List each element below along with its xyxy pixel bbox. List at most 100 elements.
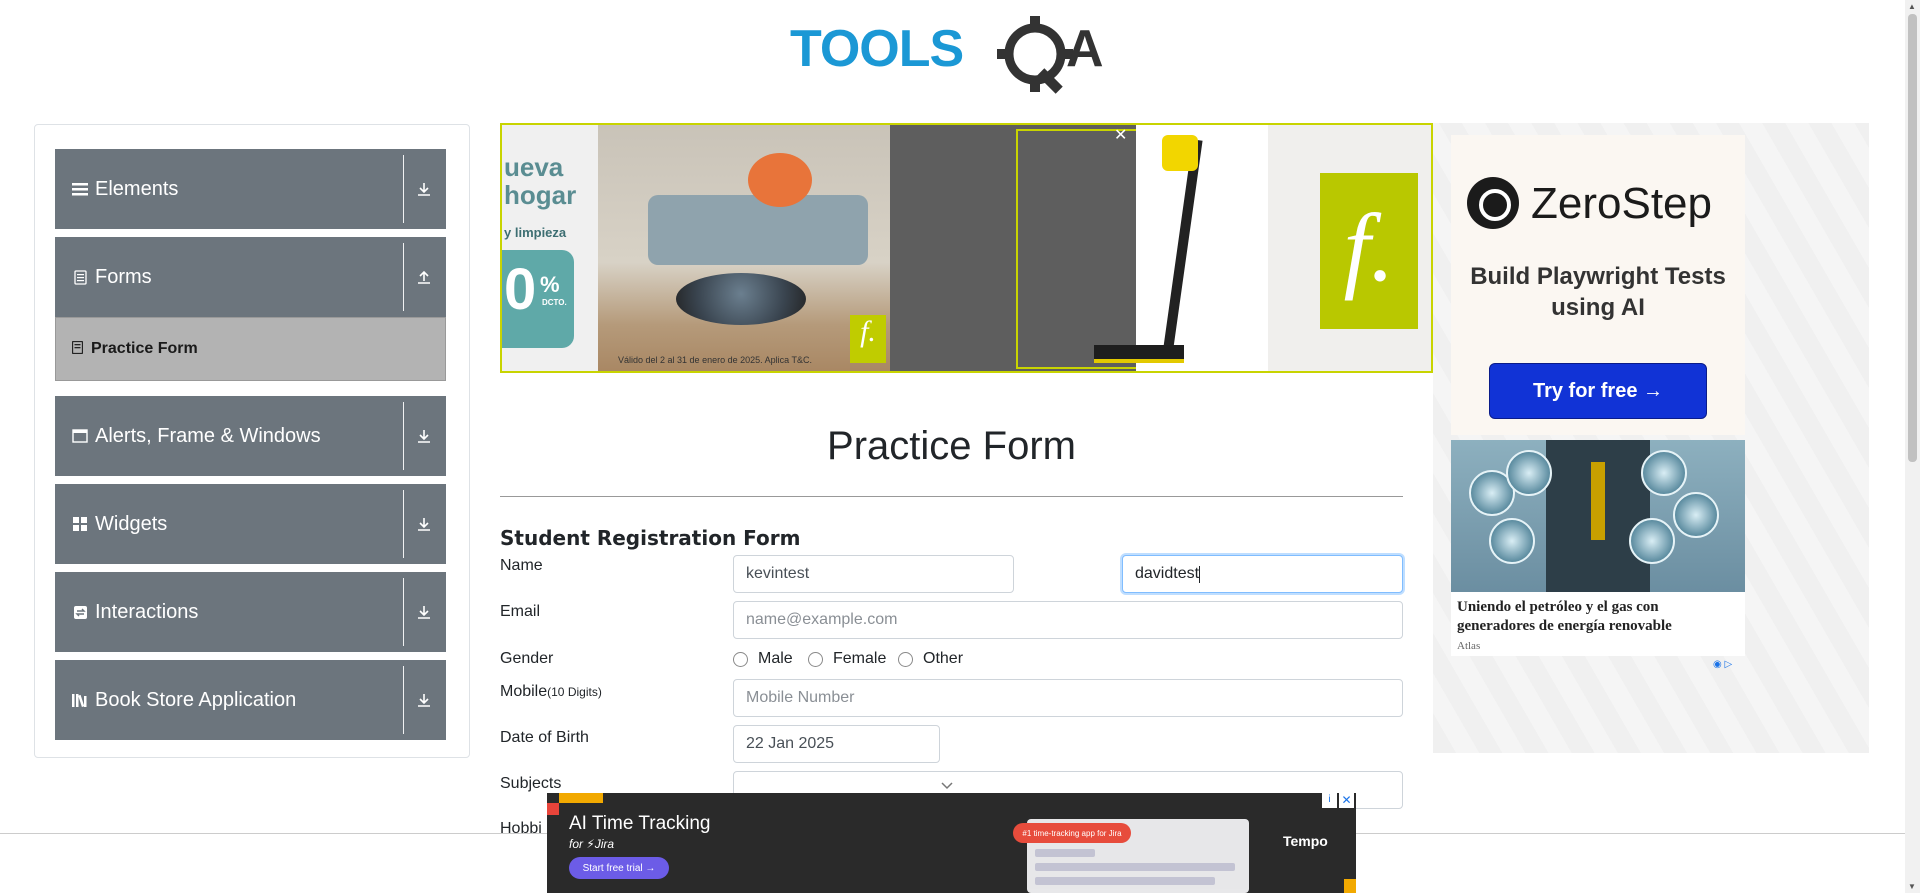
- window-icon: [71, 429, 89, 443]
- zerostep-ad-card[interactable]: ZeroStep Build Playwright Tests using AI…: [1451, 135, 1745, 435]
- ad-panel-dark: ✕: [890, 125, 1266, 371]
- form-heading: Student Registration Form: [500, 526, 801, 550]
- zerostep-tagline: Build Playwright Tests using AI: [1470, 263, 1726, 321]
- gender-radio-other[interactable]: Other: [898, 650, 963, 668]
- gender-radio-female[interactable]: Female: [808, 650, 886, 668]
- books-icon: [71, 692, 89, 708]
- ad-info-icon[interactable]: i: [1322, 793, 1337, 808]
- zerostep-logo-icon: [1467, 177, 1519, 229]
- ad-decor: [547, 803, 559, 815]
- ad-decor: [1035, 849, 1095, 857]
- top-banner-ad[interactable]: ueva hogar y limpieza 0 % DCTO. Válido d…: [500, 123, 1433, 373]
- name-label: Name: [500, 557, 543, 574]
- email-input[interactable]: name@example.com: [733, 601, 1403, 639]
- radio-circle-icon: [898, 651, 913, 667]
- ad-brand-logo: f.: [1320, 173, 1418, 329]
- sidebar-group-label: Book Store Application: [95, 688, 297, 711]
- oil-pump-icon: [1673, 492, 1719, 538]
- ad-close-icon[interactable]: ✕: [1339, 793, 1354, 808]
- download-arrow-icon[interactable]: [410, 484, 438, 564]
- widgets-icon: [71, 516, 89, 532]
- bottom-ad-title: AI Time Tracking: [569, 813, 711, 834]
- sidebar-group-forms[interactable]: Forms: [55, 237, 446, 317]
- mobile-label: Mobile(10 Digits): [500, 683, 602, 701]
- page-scrollbar[interactable]: ▲ ▼: [1905, 0, 1920, 893]
- interactions-icon: [71, 605, 89, 620]
- separator: [403, 666, 404, 734]
- last-name-input[interactable]: davidtest: [1122, 555, 1403, 593]
- radio-label: Female: [833, 650, 887, 667]
- ad-panel-stick-vacuum: [1136, 125, 1268, 371]
- radio-label: Male: [758, 650, 793, 667]
- mobile-hint: (10 Digits): [547, 685, 602, 699]
- download-arrow-icon[interactable]: [410, 396, 438, 476]
- ad-fine-print: Válido del 2 al 31 de enero de 2025. Apl…: [618, 355, 812, 365]
- ad-close-icon[interactable]: ✕: [1114, 125, 1127, 145]
- hobbies-label: Hobbi: [500, 820, 542, 837]
- email-label: Email: [500, 603, 541, 620]
- text-cursor: [1199, 565, 1201, 583]
- date-of-birth-input[interactable]: 22 Jan 2025: [733, 725, 940, 763]
- first-name-input[interactable]: kevintest: [733, 555, 1014, 593]
- ad-discount-number: 0: [504, 257, 537, 322]
- ad-image-vacuum-head: [1162, 135, 1198, 171]
- sidebar-group-interactions[interactable]: Interactions: [55, 572, 446, 652]
- sidebar-group-label: Widgets: [95, 512, 168, 535]
- separator: [403, 155, 404, 223]
- refinery-icon: [1629, 518, 1675, 564]
- divider: [500, 496, 1403, 497]
- ad-image-pillow: [748, 153, 812, 207]
- sidebar-group-widgets[interactable]: Widgets: [55, 484, 446, 564]
- page-title: Practice Form: [827, 424, 1076, 468]
- download-arrow-icon[interactable]: [410, 149, 438, 229]
- zerostep-brand: ZeroStep: [1531, 179, 1712, 228]
- ad-decor: [559, 793, 603, 803]
- right-sidebar-ad[interactable]: ZeroStep Build Playwright Tests using AI…: [1433, 123, 1869, 753]
- download-arrow-icon[interactable]: [410, 572, 438, 652]
- hamburger-icon: [71, 182, 89, 196]
- form-icon: [71, 340, 84, 357]
- atlas-ad-image[interactable]: [1451, 440, 1745, 592]
- oil-derrick-icon: [1641, 450, 1687, 496]
- bottom-ad-banner[interactable]: AI Time Tracking for ⚡Jira Start free tr…: [547, 793, 1356, 893]
- sidebar-group-label: Alerts, Frame & Windows: [95, 424, 321, 447]
- adchoices-icon[interactable]: ◉ ▷: [1713, 659, 1732, 670]
- sidebar-item-practice-form[interactable]: Practice Form: [55, 317, 446, 381]
- gender-radio-male[interactable]: Male: [733, 650, 793, 668]
- scroll-down-icon[interactable]: ▼: [1908, 882, 1916, 891]
- download-arrow-icon[interactable]: [410, 660, 438, 740]
- mobile-input[interactable]: Mobile Number: [733, 679, 1403, 717]
- sidebar-group-book-store[interactable]: Book Store Application: [55, 660, 446, 740]
- ad-decor: [1035, 877, 1215, 885]
- sidebar-group-label: Elements: [95, 177, 179, 200]
- upload-arrow-icon[interactable]: [410, 237, 438, 317]
- ad-discount-sub: DCTO.: [542, 298, 567, 307]
- page: TOOLS A Elements Forms Practice Form Ale…: [0, 0, 1920, 893]
- gender-label: Gender: [500, 650, 554, 667]
- mobile-label-text: Mobile: [500, 683, 548, 700]
- dob-label: Date of Birth: [500, 729, 589, 746]
- scroll-up-icon[interactable]: ▲: [1908, 2, 1916, 11]
- radio-circle-icon: [733, 651, 748, 667]
- separator: [403, 402, 404, 470]
- ad-image-sofa: [648, 195, 868, 265]
- start-free-trial-button[interactable]: Start free trial →: [569, 857, 669, 879]
- document-icon: [71, 269, 89, 285]
- ad-decor: [1035, 863, 1235, 871]
- ad-image-robot-vacuum: [676, 273, 806, 325]
- toolsqa-logo[interactable]: TOOLS A: [790, 14, 1120, 94]
- bottom-ad-pill: #1 time-tracking app for Jira: [1013, 823, 1131, 843]
- sun-icon: [1506, 450, 1552, 496]
- last-name-value: davidtest: [1135, 565, 1200, 582]
- radio-label: Other: [923, 650, 964, 667]
- atlas-ad-caption[interactable]: Uniendo el petróleo y el gas con generad…: [1451, 592, 1745, 656]
- try-for-free-button[interactable]: Try for free →: [1489, 363, 1707, 419]
- atlas-ad-source: Atlas: [1457, 640, 1481, 652]
- sidebar-group-alerts[interactable]: Alerts, Frame & Windows: [55, 396, 446, 476]
- ad-text-limpieza: y limpieza: [504, 225, 567, 240]
- sidebar-group-elements[interactable]: Elements: [55, 149, 446, 229]
- ad-panel-brand: f.: [1268, 125, 1431, 371]
- scrollbar-thumb[interactable]: [1908, 14, 1917, 462]
- sidebar-item-label: Practice Form: [91, 340, 198, 357]
- chevron-down-icon[interactable]: [940, 778, 954, 794]
